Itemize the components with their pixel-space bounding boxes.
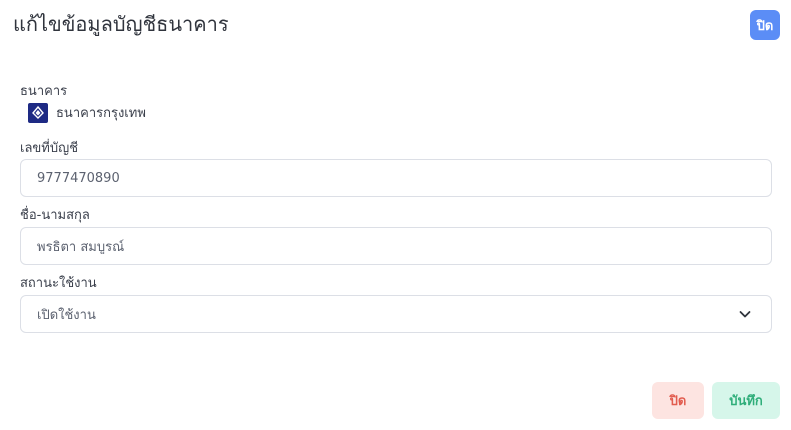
account-number-input[interactable]: [37, 170, 737, 186]
cancel-button[interactable]: ปิด: [652, 382, 704, 419]
bank-name: ธนาคารกรุงเทพ: [56, 106, 146, 121]
full-name-field[interactable]: [20, 227, 772, 265]
modal-title: แก้ไขข้อมูลบัญชีธนาคาร: [13, 12, 229, 36]
close-button[interactable]: ปิด: [750, 10, 780, 40]
account-number-field[interactable]: [20, 159, 772, 197]
status-select[interactable]: เปิดใช้งาน: [20, 295, 772, 333]
bank-label: ธนาคาร: [20, 84, 68, 99]
status-selected-value: เปิดใช้งาน: [37, 307, 96, 323]
chevron-down-icon: [735, 304, 755, 324]
full-name-label: ชื่อ-นามสกุล: [20, 208, 90, 223]
bank-display: ธนาคารกรุงเทพ: [28, 102, 146, 123]
save-button[interactable]: บันทึก: [712, 382, 780, 419]
status-label: สถานะใช้งาน: [20, 276, 97, 291]
bangkok-bank-logo-icon: [28, 102, 48, 123]
account-number-label: เลขที่บัญชี: [20, 141, 79, 156]
edit-bank-account-modal: แก้ไขข้อมูลบัญชีธนาคาร ปิด ธนาคาร ธนาคาร…: [0, 0, 791, 430]
full-name-input[interactable]: [37, 238, 737, 254]
